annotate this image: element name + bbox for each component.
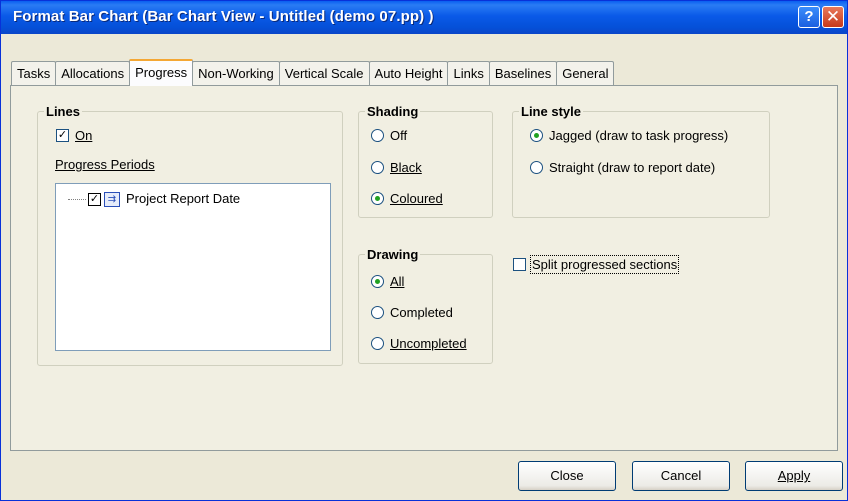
radio-selected-icon <box>371 275 384 288</box>
shading-legend: Shading <box>367 104 419 119</box>
line-style-legend: Line style <box>521 104 581 119</box>
radio-icon <box>371 306 384 319</box>
window-title: Format Bar Chart (Bar Chart View - Untit… <box>13 8 434 25</box>
tree-item-label[interactable]: Project Report Date <box>126 191 240 206</box>
lines-on-checkbox[interactable]: ✓ On <box>56 128 92 143</box>
radio-selected-icon <box>371 192 384 205</box>
cancel-button[interactable]: Cancel <box>632 461 730 491</box>
shading-coloured-label: Coloured <box>390 191 443 206</box>
checkbox-checked-icon: ✓ <box>56 129 69 142</box>
drawing-legend: Drawing <box>367 247 419 262</box>
line-style-straight-label: Straight (draw to report date) <box>549 160 716 175</box>
tree-item-checkbox[interactable]: ✓ <box>88 193 101 206</box>
split-progressed-checkbox[interactable]: Split progressed sections <box>513 255 680 274</box>
tab-strip: Tasks Allocations Progress Non-Working V… <box>11 59 615 86</box>
title-bar[interactable]: Format Bar Chart (Bar Chart View - Untit… <box>1 1 847 34</box>
radio-icon <box>371 161 384 174</box>
apply-button[interactable]: Apply <box>745 461 843 491</box>
split-progressed-label: Split progressed sections <box>529 255 680 274</box>
radio-icon <box>371 129 384 142</box>
tab-non-working[interactable]: Non-Working <box>192 61 280 85</box>
drawing-completed-label: Completed <box>390 305 453 320</box>
tab-tasks[interactable]: Tasks <box>11 61 57 85</box>
close-button[interactable]: Close <box>518 461 616 491</box>
drawing-all-label: All <box>390 274 405 289</box>
tab-auto-height[interactable]: Auto Height <box>368 61 449 85</box>
drawing-completed-radio[interactable]: Completed <box>371 305 453 320</box>
drawing-uncompleted-label: Uncompleted <box>390 336 467 351</box>
help-button[interactable]: ? <box>798 6 820 28</box>
tab-vertical-scale[interactable]: Vertical Scale <box>278 61 370 85</box>
shading-off-radio[interactable]: Off <box>371 128 407 143</box>
tab-allocations[interactable]: Allocations <box>55 61 131 85</box>
tab-links[interactable]: Links <box>447 61 490 85</box>
progress-periods-tree[interactable]: ✓ ⇉ Project Report Date <box>55 183 331 351</box>
radio-icon <box>530 161 543 174</box>
radio-icon <box>371 337 384 350</box>
checkbox-unchecked-icon <box>513 258 526 271</box>
shading-coloured-radio[interactable]: Coloured <box>371 191 443 206</box>
drawing-all-radio[interactable]: All <box>371 274 404 289</box>
line-style-jagged-radio[interactable]: Jagged (draw to task progress) <box>530 128 728 143</box>
report-date-icon: ⇉ <box>104 192 120 207</box>
shading-black-label: Black <box>390 160 422 175</box>
tree-connector <box>68 199 86 200</box>
close-window-button[interactable]: ✕ <box>822 6 844 28</box>
apply-label: Apply <box>777 468 811 483</box>
format-bar-chart-dialog: Format Bar Chart (Bar Chart View - Untit… <box>0 0 848 501</box>
tab-general[interactable]: General <box>556 61 615 85</box>
radio-selected-icon <box>530 129 543 142</box>
line-style-straight-radio[interactable]: Straight (draw to report date) <box>530 160 715 175</box>
lines-on-label: On <box>75 128 93 143</box>
tab-baselines[interactable]: Baselines <box>488 61 558 85</box>
drawing-uncompleted-radio[interactable]: Uncompleted <box>371 336 467 351</box>
shading-black-radio[interactable]: Black <box>371 160 422 175</box>
line-style-jagged-label: Jagged (draw to task progress) <box>549 128 729 143</box>
progress-periods-label: Progress Periods <box>55 157 155 172</box>
tab-progress[interactable]: Progress <box>129 59 194 86</box>
shading-off-label: Off <box>390 128 408 143</box>
lines-legend: Lines <box>46 104 80 119</box>
